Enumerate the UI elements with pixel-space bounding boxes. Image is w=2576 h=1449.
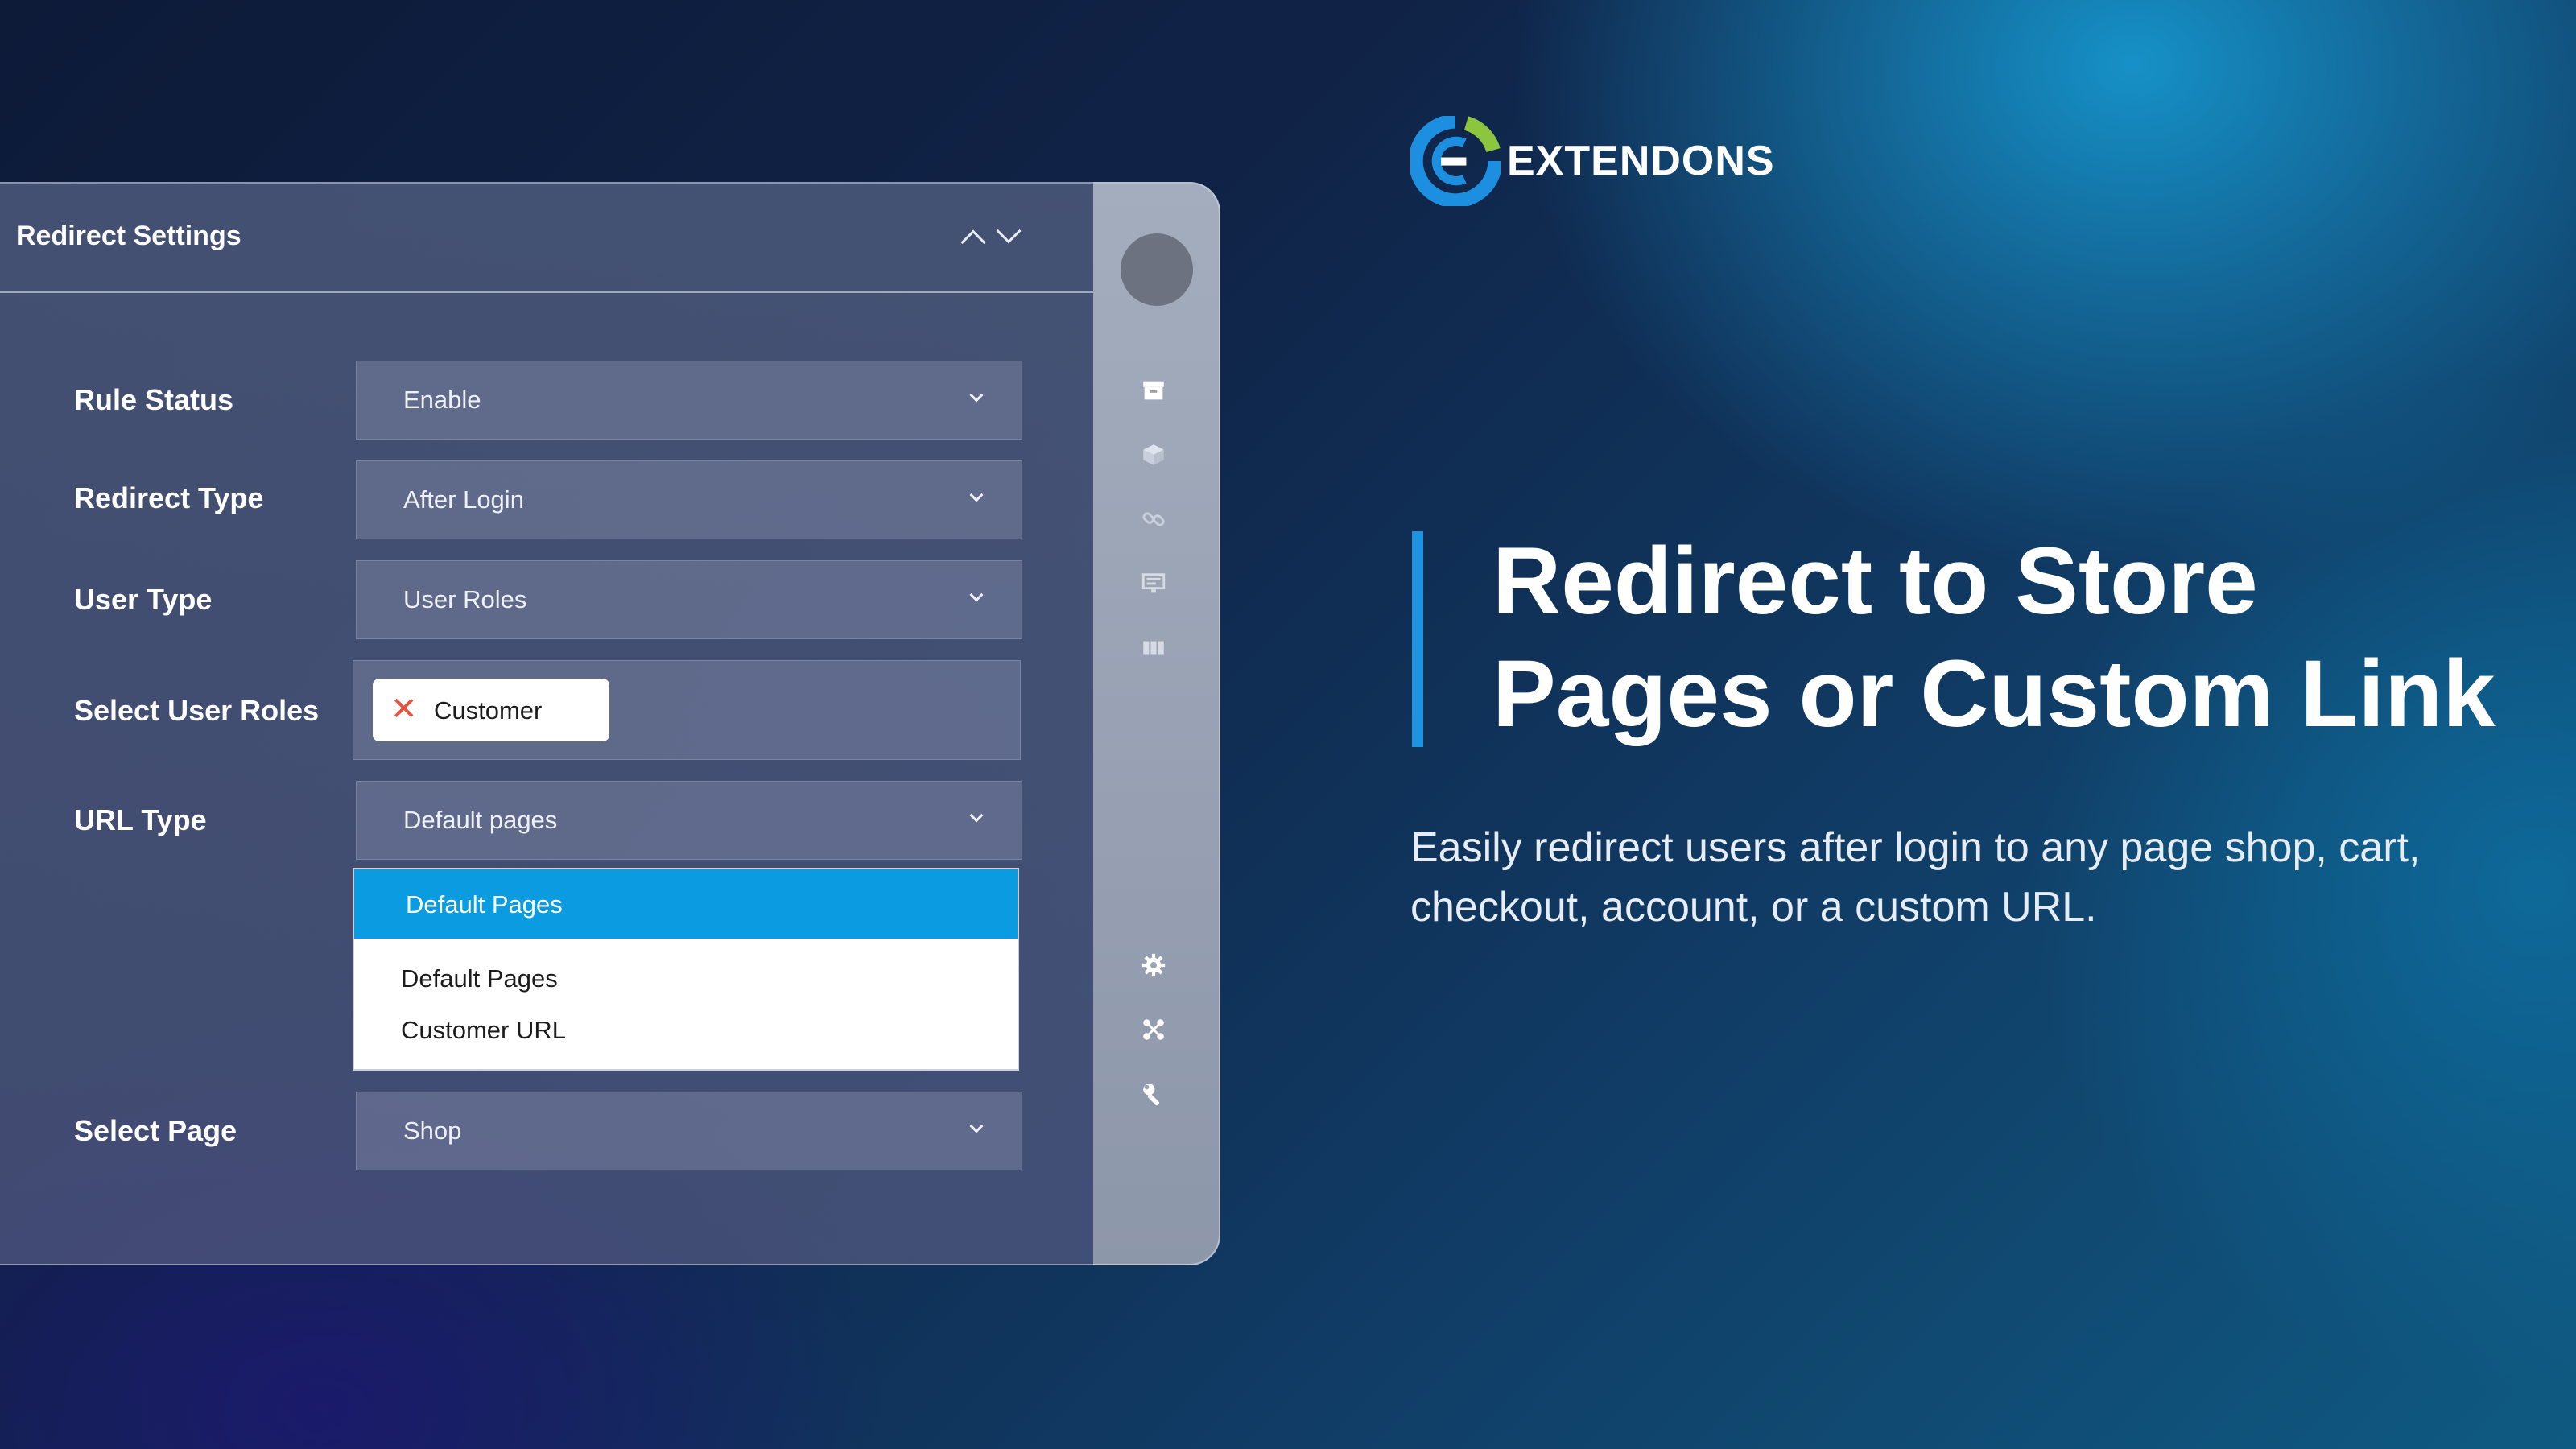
chevron-up-icon[interactable] — [960, 229, 986, 255]
remove-x-icon[interactable]: ✕ — [390, 691, 418, 727]
accent-bar — [1412, 531, 1423, 747]
chevron-down-icon — [969, 808, 984, 823]
role-tag-label: Customer — [434, 696, 543, 724]
wrench-icon[interactable] — [1140, 1080, 1167, 1108]
gear-icon[interactable] — [1140, 952, 1167, 979]
user-roles-multiselect[interactable]: ✕ Customer — [353, 660, 1021, 760]
dropdown-option-default-pages[interactable]: Default Pages — [401, 964, 558, 993]
columns-icon[interactable] — [1140, 634, 1167, 662]
redirect-type-value: After Login — [403, 485, 524, 514]
url-type-dropdown: Default Pages Default Pages Customer URL — [353, 868, 1019, 1071]
user-type-value: User Roles — [403, 585, 527, 613]
archive-icon[interactable] — [1140, 377, 1167, 404]
icon-rail — [1093, 182, 1220, 1265]
panel-header: Redirect Settings — [0, 184, 1093, 293]
redirect-settings-panel: Redirect Settings Rule Status Enable Red… — [0, 182, 1095, 1265]
chevron-down-icon[interactable] — [996, 218, 1022, 244]
dropdown-highlighted-label: Default Pages — [406, 890, 563, 919]
chevron-down-icon — [969, 588, 984, 602]
link-icon[interactable] — [1140, 506, 1167, 533]
rule-status-value: Enable — [403, 386, 481, 414]
extendons-logo-icon — [1410, 116, 1501, 206]
url-type-value: Default pages — [403, 806, 558, 834]
redirect-type-select[interactable]: After Login — [356, 460, 1022, 539]
select-page-select[interactable]: Shop — [356, 1092, 1022, 1170]
hero-subtext: Easily redirect users after login to any… — [1410, 824, 2421, 931]
rule-status-select[interactable]: Enable — [356, 361, 1022, 440]
brand-name: EXTENDONS — [1507, 138, 1775, 184]
select-page-label: Select Page — [74, 1114, 237, 1147]
rule-status-label: Rule Status — [74, 383, 234, 416]
role-tag: ✕ Customer — [373, 679, 609, 741]
chevron-down-icon — [969, 1119, 984, 1133]
user-type-select[interactable]: User Roles — [356, 560, 1022, 639]
dropdown-option-customer-url[interactable]: Customer URL — [401, 1016, 566, 1045]
chevron-down-icon — [969, 488, 984, 502]
panel-title: Redirect Settings — [16, 221, 242, 251]
select-user-roles-label: Select User Roles — [74, 694, 320, 727]
cube-icon[interactable] — [1140, 441, 1167, 469]
hero-headline: Redirect to Store Pages or Custom Link — [1492, 528, 2496, 747]
avatar[interactable] — [1121, 233, 1193, 306]
select-page-value: Shop — [403, 1117, 462, 1145]
chevron-down-icon — [969, 388, 984, 402]
monitor-icon[interactable] — [1140, 570, 1167, 597]
redirect-type-label: Redirect Type — [74, 481, 264, 514]
dropdown-option-highlighted[interactable]: Default Pages — [354, 869, 1018, 939]
url-type-select[interactable]: Default pages — [356, 781, 1022, 860]
user-type-label: User Type — [74, 583, 213, 616]
url-type-label: URL Type — [74, 803, 207, 836]
network-icon[interactable] — [1140, 1016, 1167, 1043]
